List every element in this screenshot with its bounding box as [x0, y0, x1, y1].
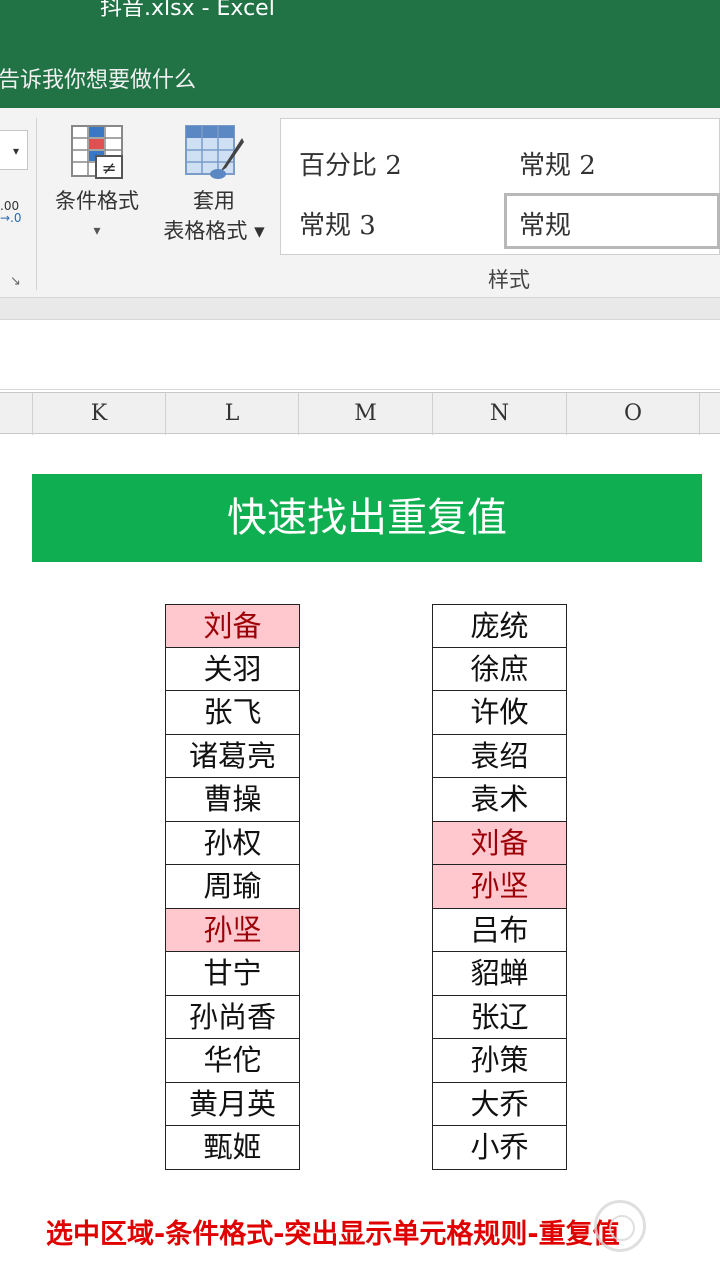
name-cell[interactable]: 吕布 — [432, 908, 567, 952]
name-cell[interactable]: 庞统 — [432, 604, 567, 648]
format-as-table-label-1: 套用 — [193, 189, 235, 213]
decimal-format-button[interactable]: .00 →.0 — [0, 200, 22, 224]
name-cell[interactable]: 黄月英 — [165, 1082, 300, 1126]
name-cell[interactable]: 张飞 — [165, 691, 300, 735]
column-headers: K L M N O — [0, 392, 720, 435]
name-cell[interactable]: 许攸 — [432, 691, 567, 735]
format-as-table-label-2: 表格格式 ▾ — [163, 219, 265, 243]
name-cell[interactable]: 袁绍 — [432, 734, 567, 778]
name-cell[interactable]: 甘宁 — [165, 952, 300, 996]
chevron-down-icon: ▾ — [12, 144, 19, 158]
name-cell[interactable]: 华佗 — [165, 1039, 300, 1083]
name-cell-duplicate[interactable]: 孙坚 — [165, 908, 300, 952]
conditional-formatting-icon: ≠ — [71, 125, 123, 179]
ribbon: ▾ .00 →.0 ↘ ≠ 条件格式 ▾ 套用 表格格式 ▾ 百分比 2 常规 … — [0, 108, 720, 298]
column-header-m[interactable]: M — [299, 393, 433, 435]
ribbon-separator — [36, 118, 37, 290]
column-header-o[interactable]: O — [567, 393, 700, 435]
chevron-down-icon: ▾ — [93, 223, 101, 239]
tell-me-search[interactable]: 告诉我你想要做什么 — [0, 62, 196, 94]
name-cell[interactable]: 徐庶 — [432, 647, 567, 691]
name-cell[interactable]: 甄姬 — [165, 1126, 300, 1170]
name-list-right: 庞统 徐庶 许攸 袁绍 袁术 刘备 孙坚 吕布 貂蝉 张辽 孙策 大乔 小乔 — [432, 604, 567, 1170]
window-title: 抖音.xlsx - Excel — [100, 0, 275, 21]
style-normal-2[interactable]: 常规 2 — [519, 145, 596, 182]
column-header-partial[interactable] — [0, 393, 33, 435]
name-cell[interactable]: 袁术 — [432, 778, 567, 822]
name-cell[interactable]: 大乔 — [432, 1082, 567, 1126]
column-header-k[interactable]: K — [33, 393, 166, 435]
name-cell[interactable]: 张辽 — [432, 995, 567, 1039]
column-header-partial[interactable] — [700, 393, 720, 435]
banner-title[interactable]: 快速找出重复值 — [32, 474, 702, 562]
dialog-launcher-icon[interactable]: ↘ — [10, 274, 21, 289]
name-cell[interactable]: 貂蝉 — [432, 952, 567, 996]
format-as-table-icon — [185, 125, 244, 179]
formula-bar[interactable] — [0, 298, 720, 390]
name-cell[interactable]: 小乔 — [432, 1126, 567, 1170]
column-header-n[interactable]: N — [433, 393, 567, 435]
styles-group-label: 样式 — [488, 268, 530, 292]
instruction-caption: 选中区域-条件格式-突出显示单元格规则-重复值 — [46, 1219, 620, 1250]
name-cell[interactable]: 关羽 — [165, 647, 300, 691]
ribbon-collapse-strip — [0, 298, 720, 320]
style-normal[interactable]: 常规 — [519, 205, 571, 242]
name-cell-duplicate[interactable]: 刘备 — [165, 604, 300, 648]
name-cell-duplicate[interactable]: 刘备 — [432, 821, 567, 865]
name-cell[interactable]: 孙策 — [432, 1039, 567, 1083]
conditional-formatting-label: 条件格式 — [55, 189, 139, 213]
conditional-formatting-button[interactable]: ≠ 条件格式 ▾ — [44, 122, 150, 246]
name-cell-duplicate[interactable]: 孙坚 — [432, 865, 567, 909]
name-cell[interactable]: 曹操 — [165, 778, 300, 822]
format-as-table-button[interactable]: 套用 表格格式 ▾ — [152, 122, 276, 246]
name-cell[interactable]: 孙权 — [165, 821, 300, 865]
style-normal-3[interactable]: 常规 3 — [299, 205, 376, 242]
svg-text:≠: ≠ — [101, 158, 116, 179]
title-bar: 抖音.xlsx - Excel 告诉我你想要做什么 — [0, 0, 720, 108]
column-header-l[interactable]: L — [166, 393, 299, 435]
decimal-format-label-2: →.0 — [0, 211, 22, 225]
name-cell[interactable]: 周瑜 — [165, 865, 300, 909]
style-percent-2[interactable]: 百分比 2 — [299, 145, 402, 182]
name-cell[interactable]: 孙尚香 — [165, 995, 300, 1039]
number-format-dropdown[interactable]: ▾ — [0, 130, 28, 170]
name-list-left: 刘备 关羽 张飞 诸葛亮 曹操 孙权 周瑜 孙坚 甘宁 孙尚香 华佗 黄月英 甄姬 — [165, 604, 300, 1170]
name-cell[interactable]: 诸葛亮 — [165, 734, 300, 778]
cell-styles-gallery: 百分比 2 常规 2 常规 3 常规 — [280, 118, 720, 255]
watermark-logo — [594, 1200, 646, 1252]
